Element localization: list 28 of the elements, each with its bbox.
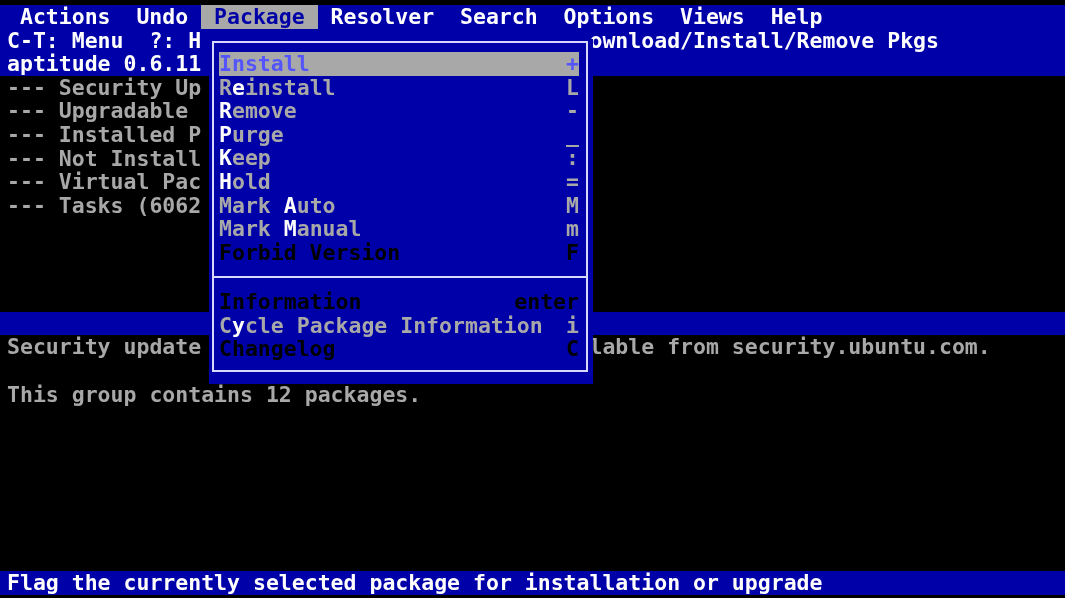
menu-item[interactable]: Hold = bbox=[219, 169, 579, 194]
tree-item[interactable]: --- Virtual Pac bbox=[7, 170, 202, 194]
header-title: ownload/Install/Remove Pkgs bbox=[589, 28, 940, 53]
description-text: lable from security.ubuntu.com. bbox=[589, 335, 992, 359]
help-hint: C-T: Menu ?: H bbox=[7, 28, 202, 53]
menu-item[interactable]: Mark Auto M bbox=[219, 193, 579, 218]
menu-item[interactable]: Cycle Package Information i bbox=[219, 313, 579, 338]
description-text: Security update bbox=[7, 335, 202, 359]
tree-item[interactable]: --- Installed P bbox=[7, 122, 202, 147]
menu-item[interactable]: Reinstall L bbox=[219, 75, 579, 100]
menu-bar-item[interactable]: Resolver bbox=[317, 5, 448, 29]
menu-bar-item[interactable]: Search bbox=[447, 5, 551, 29]
menu-bar-item[interactable]: Options bbox=[550, 5, 668, 29]
tree-item[interactable]: --- Security Up bbox=[7, 75, 202, 100]
menu-bar-item[interactable]: Undo bbox=[123, 5, 202, 29]
status-text: Flag the currently selected package for installation or upgrade bbox=[7, 571, 823, 595]
tree-item[interactable]: --- Not Install bbox=[7, 146, 202, 171]
tree-item[interactable]: --- Upgradable bbox=[7, 99, 202, 123]
version-label: aptitude 0.6.11 bbox=[7, 52, 202, 76]
menu-bar-item[interactable]: Help bbox=[757, 5, 836, 29]
menu-item[interactable]: Mark Manual m bbox=[219, 217, 579, 241]
menu-item[interactable]: Remove - bbox=[219, 99, 579, 123]
menu-bar-item[interactable]: Views bbox=[667, 5, 758, 29]
tree-item[interactable]: --- Tasks (6062 bbox=[7, 193, 202, 218]
menu-bar-item[interactable]: Package bbox=[201, 5, 318, 29]
menu-bar-item[interactable]: Actions bbox=[7, 5, 124, 29]
description-text: This group contains 12 packages. bbox=[7, 382, 422, 407]
menu-item[interactable]: Purge _ bbox=[219, 122, 579, 147]
